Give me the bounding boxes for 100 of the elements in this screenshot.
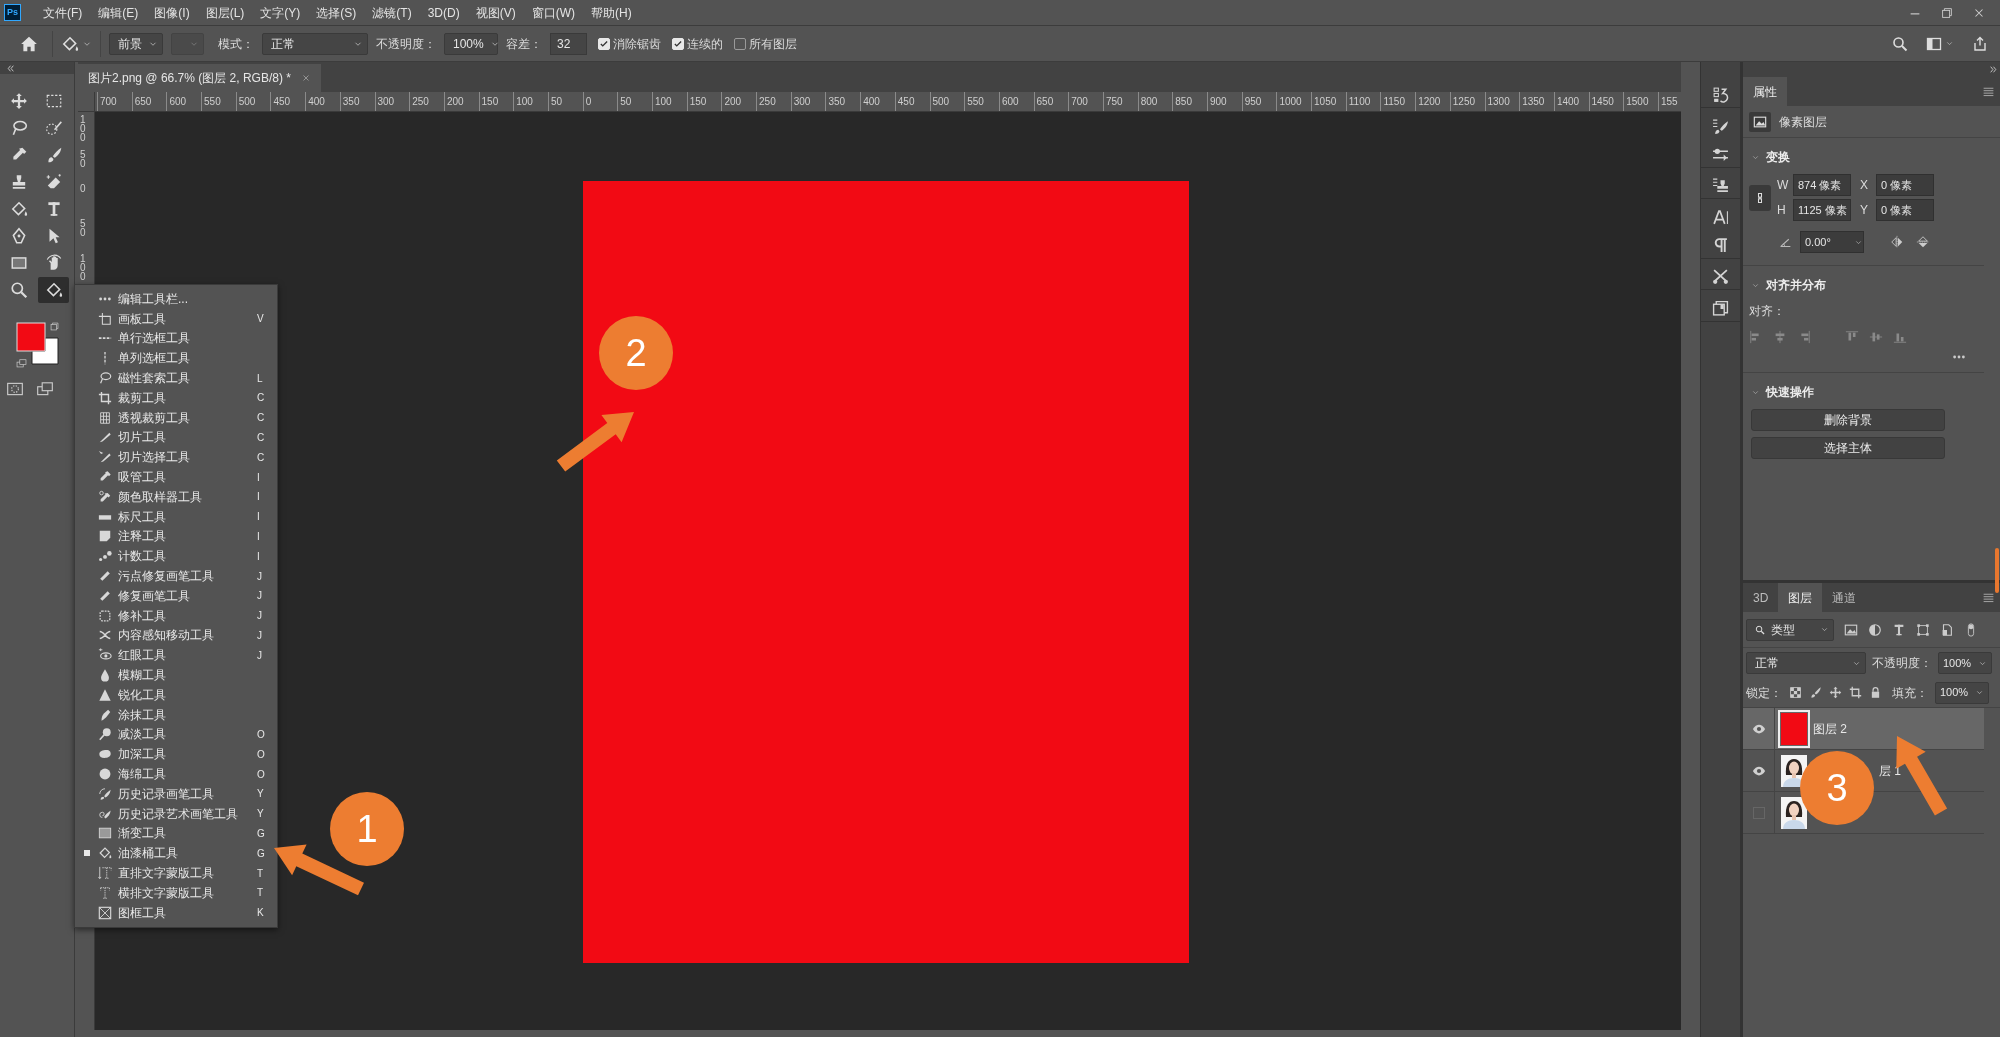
tool-menu-item[interactable]: 计数工具 I: [75, 546, 277, 567]
menu-item[interactable]: 编辑(E): [90, 3, 147, 22]
ruler-label: 300: [790, 92, 826, 111]
mode-dropdown[interactable]: 正常: [262, 32, 368, 55]
menu-item[interactable]: 图像(I): [146, 3, 198, 22]
checkbox-label: 连续的: [687, 35, 723, 53]
step-marker: 2: [599, 316, 673, 390]
ruler-label: 1250: [1449, 92, 1485, 111]
ruler-label: 100: [80, 253, 87, 281]
panel-tab[interactable]: 图层: [1778, 583, 1823, 612]
position-field[interactable]: 0 像素: [1876, 174, 1934, 196]
tool-menu-item[interactable]: 标尺工具 I: [75, 506, 277, 527]
angle-field[interactable]: 0.00°: [1800, 231, 1864, 253]
menu-item[interactable]: 3D(D): [419, 3, 468, 22]
tool-menu-item[interactable]: 注释工具 I: [75, 526, 277, 547]
tool-menu-item[interactable]: 锐化工具: [75, 684, 277, 705]
tool-menu-item[interactable]: 渐变工具 G: [75, 823, 277, 844]
tool-menu-item[interactable]: 内容感知移动工具 J: [75, 625, 277, 646]
tool-menu-item[interactable]: 直排文字蒙版工具 T: [75, 863, 277, 883]
ruler-label: 100: [513, 92, 548, 111]
ruler-label: 750: [1102, 92, 1138, 111]
tool-menu-item[interactable]: 污点修复画笔工具 J: [75, 566, 277, 586]
tool-menu-item[interactable]: 海绵工具 O: [75, 764, 277, 784]
ruler-label: 50: [80, 149, 87, 168]
tool-menu-item[interactable]: 画板工具 V: [75, 308, 277, 329]
menu-item[interactable]: 文件(F): [35, 3, 91, 22]
ruler-label: 150: [478, 92, 514, 111]
ruler-label: 700: [97, 92, 132, 111]
tool-menu-item[interactable]: 磁性套索工具 L: [75, 368, 277, 388]
tool-menu-item[interactable]: 横排文字蒙版工具 T: [75, 882, 277, 903]
tool-menu-item[interactable]: 修补工具 J: [75, 605, 277, 626]
ruler-label: 250: [409, 92, 444, 111]
ruler-label: 1150: [1380, 92, 1416, 111]
opacity-field[interactable]: 100%: [444, 32, 498, 55]
menu-item[interactable]: 窗口(W): [523, 3, 583, 22]
tool-menu-item[interactable]: 单列选框工具: [75, 348, 277, 369]
ruler-label: 450: [270, 92, 306, 111]
ruler-label: 300: [374, 92, 410, 111]
ruler-label: 350: [825, 92, 861, 111]
ruler-label: 500: [235, 92, 271, 111]
ruler-label: 700: [1068, 92, 1103, 111]
fill-field[interactable]: 100%: [1935, 681, 1989, 704]
dimension-label: W: [1777, 177, 1787, 194]
document-tab[interactable]: 图片2.png @ 66.7% (图层 2, RGB/8) *: [78, 64, 321, 92]
tool-menu-item[interactable]: 编辑工具栏...: [75, 289, 277, 309]
ruler-label: 1000: [1276, 92, 1312, 111]
align-label: 对齐：: [1748, 303, 1786, 320]
filter-dropdown[interactable]: 类型: [1746, 618, 1834, 641]
dimension-field[interactable]: 874 像素: [1793, 174, 1851, 196]
ruler-label: 250: [756, 92, 791, 111]
tool-menu-item[interactable]: 颜色取样器工具 I: [75, 486, 277, 507]
ruler-label: 500: [929, 92, 965, 111]
tool-menu-item[interactable]: 吸管工具 I: [75, 467, 277, 487]
opacity-label: 不透明度：: [1872, 655, 1932, 672]
blend-mode-dropdown[interactable]: 正常: [1746, 652, 1866, 674]
tool-menu-item[interactable]: 单行选框工具: [75, 328, 277, 349]
menu-item[interactable]: 选择(S): [308, 3, 365, 22]
menu-item[interactable]: 视图(V): [467, 3, 524, 22]
ruler-label: 1050: [1311, 92, 1346, 111]
quick-action-button[interactable]: 选择主体: [1751, 437, 1945, 459]
tool-menu-item[interactable]: 加深工具 O: [75, 744, 277, 765]
ruler-label: 50: [617, 92, 652, 111]
opacity-field[interactable]: 100%: [1938, 652, 1992, 674]
tool-menu-item[interactable]: 图框工具 K: [75, 902, 277, 923]
tool-menu-item[interactable]: 油漆桶工具 G: [75, 843, 277, 864]
menu-item[interactable]: 图层(L): [197, 3, 253, 22]
menu-item[interactable]: 文字(Y): [252, 3, 309, 22]
tool-menu-item[interactable]: 减淡工具 O: [75, 724, 277, 745]
ruler-label: 1450: [1588, 92, 1624, 111]
position-label: Y: [1860, 202, 1869, 219]
menu-item[interactable]: 滤镜(T): [364, 3, 420, 22]
layer-type-label: 像素图层: [1779, 113, 1827, 131]
tool-menu-item[interactable]: 裁剪工具 C: [75, 388, 277, 408]
panel-tab[interactable]: 属性: [1743, 77, 1787, 106]
tolerance-field[interactable]: 32: [550, 32, 587, 55]
ruler-label: 100: [652, 92, 687, 111]
menu-item[interactable]: 帮助(H): [583, 3, 640, 22]
tool-menu-item[interactable]: 切片选择工具 C: [75, 447, 277, 468]
tool-menu-item[interactable]: 修复画笔工具 J: [75, 585, 277, 606]
ruler-label: 200: [721, 92, 757, 111]
position-field[interactable]: 0 像素: [1876, 199, 1934, 221]
tool-menu-item[interactable]: 透视裁剪工具 C: [75, 407, 277, 428]
ruler-label: 900: [1207, 92, 1242, 111]
layer-row[interactable]: 图层 2: [1743, 708, 1984, 750]
tool-menu-item[interactable]: 红眼工具 J: [75, 645, 277, 666]
ruler-label: 150: [686, 92, 722, 111]
tool-menu-item[interactable]: 模糊工具: [75, 665, 277, 685]
section-header[interactable]: 快速操作: [1743, 373, 1814, 409]
fill-source-dropdown[interactable]: 前景: [109, 32, 163, 55]
tool-menu-item[interactable]: 切片工具 C: [75, 427, 277, 448]
tool-menu-item[interactable]: 历史记录画笔工具 Y: [75, 783, 277, 804]
ruler-label: 0: [80, 184, 87, 194]
dimension-field[interactable]: 1125 像素: [1793, 199, 1851, 221]
section-header[interactable]: 对齐并分布: [1743, 266, 1826, 302]
tool-menu-item[interactable]: 历史记录艺术画笔工具 Y: [75, 803, 277, 824]
app-logo: Ps: [4, 4, 21, 21]
ruler-label: 950: [1241, 92, 1277, 111]
tool-menu-item[interactable]: 涂抹工具: [75, 704, 277, 725]
section-header[interactable]: 变换: [1743, 138, 1790, 174]
quick-action-button[interactable]: 删除背景: [1751, 409, 1945, 431]
